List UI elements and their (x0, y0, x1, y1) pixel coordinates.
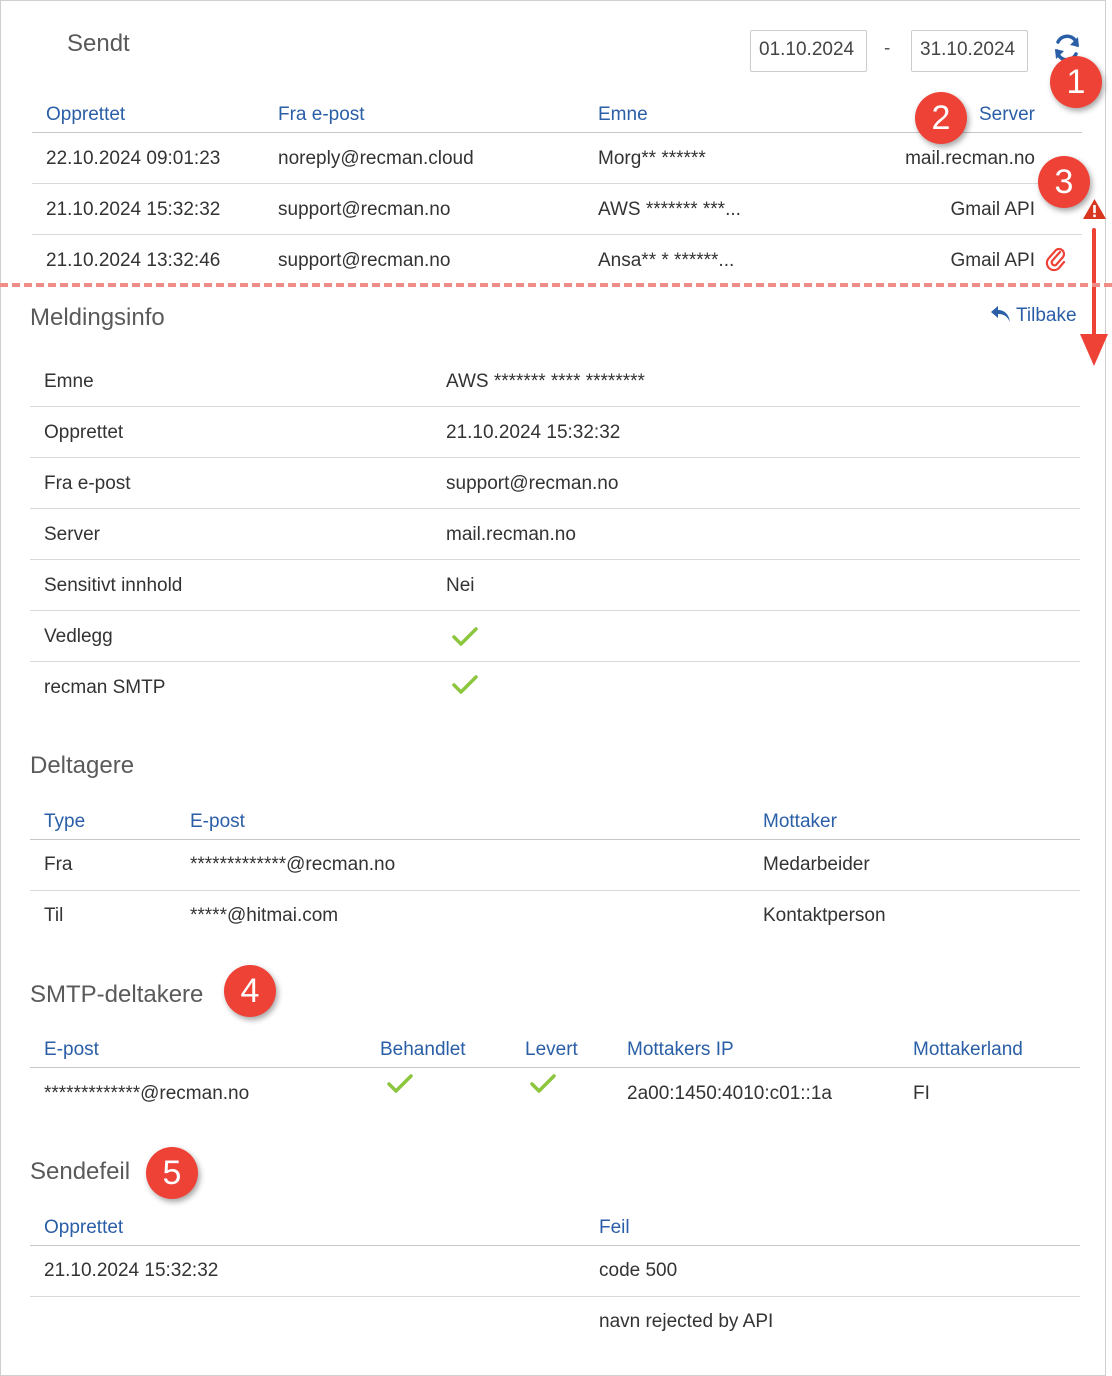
participant-row-1-email: *************@recman.no (190, 854, 396, 875)
check-icon (530, 1074, 556, 1093)
warning-icon (1083, 199, 1106, 219)
page-title: Sendt (67, 30, 130, 57)
smtp-col-processed: Behandlet (380, 1039, 466, 1060)
list-row-1-created[interactable]: 22.10.2024 09:01:23 (46, 148, 220, 170)
participants-title: Deltagere (30, 752, 135, 779)
list-row-3-from[interactable]: support@recman.no (278, 250, 450, 272)
participants-col-type: Type (44, 811, 86, 832)
list-row-3-subject[interactable]: Ansa** * ******... (598, 250, 734, 272)
detail-label-recman-smtp: recman SMTP (44, 677, 166, 698)
error-row-1-created: 21.10.2024 15:32:32 (44, 1260, 219, 1281)
list-row-1-server[interactable]: mail.recman.no (905, 148, 1035, 170)
errors-col-created: Opprettet (44, 1217, 124, 1238)
check-icon (452, 627, 478, 646)
detail-divider (30, 661, 1080, 662)
detail-label-sensitive: Sensitivt innhold (44, 575, 183, 596)
participant-row-2-email: *****@hitmai.com (190, 905, 339, 926)
down-arrow-icon (1080, 228, 1108, 366)
attachment-icon[interactable] (1045, 246, 1067, 272)
errors-header-divider (30, 1245, 1080, 1246)
errors-title: Sendefeil (30, 1158, 131, 1185)
detail-divider (30, 610, 1080, 611)
participants-row-divider (30, 890, 1080, 891)
list-row-2-created[interactable]: 21.10.2024 15:32:32 (46, 199, 220, 221)
details-title: Meldingsinfo (30, 304, 165, 331)
detail-divider (30, 457, 1080, 458)
smtp-col-ip: Mottakers IP (627, 1039, 734, 1060)
detail-divider (30, 508, 1080, 509)
date-to-input[interactable]: 31.10.2024 (911, 30, 1028, 72)
detail-label-subject: Emne (44, 371, 94, 392)
date-separator: - (884, 38, 891, 59)
smtp-row-country: FI (913, 1083, 930, 1104)
smtp-title: SMTP-deltakere (30, 981, 204, 1008)
smtp-row-email: *************@recman.no (44, 1083, 250, 1104)
list-row-divider (32, 183, 1082, 184)
list-row-1-subject[interactable]: Morg** ****** (598, 148, 706, 170)
reply-arrow-icon (991, 306, 1010, 322)
section-divider (0, 283, 1112, 287)
detail-value-from: support@recman.no (446, 473, 619, 494)
detail-value-created: 21.10.2024 15:32:32 (446, 422, 621, 443)
annotation-badge-4: 4 (224, 965, 276, 1017)
smtp-col-email: E-post (44, 1039, 99, 1060)
back-button[interactable]: Tilbake (990, 305, 1077, 327)
annotation-badge-2: 2 (915, 92, 967, 144)
detail-label-from: Fra e-post (44, 473, 131, 494)
smtp-col-country: Mottakerland (913, 1039, 1023, 1060)
errors-row-divider (30, 1296, 1080, 1297)
participants-col-email: E-post (190, 811, 245, 832)
list-row-1-from[interactable]: noreply@recman.cloud (278, 148, 474, 170)
detail-value-server: mail.recman.no (446, 524, 576, 545)
smtp-col-delivered: Levert (525, 1039, 578, 1060)
list-row-3-server[interactable]: Gmail API (951, 250, 1035, 272)
detail-label-server: Server (44, 524, 100, 545)
error-row-2-error: navn rejected by API (599, 1311, 774, 1332)
detail-value-sensitive: Nei (446, 575, 475, 596)
detail-divider (30, 559, 1080, 560)
annotation-badge-5: 5 (146, 1147, 198, 1199)
detail-label-created: Opprettet (44, 422, 124, 443)
annotation-badge-3: 3 (1038, 156, 1090, 208)
list-row-2-server[interactable]: Gmail API (951, 199, 1035, 221)
check-icon (452, 675, 478, 694)
errors-col-error: Feil (599, 1217, 630, 1238)
detail-value-subject: AWS ******* **** ******** (446, 371, 645, 392)
participants-header-divider (30, 839, 1080, 840)
detail-divider (30, 406, 1080, 407)
annotation-badge-1: 1 (1050, 56, 1102, 108)
participants-col-recipient: Mottaker (763, 811, 837, 832)
col-header-created[interactable]: Opprettet (46, 104, 125, 126)
list-row-3-created[interactable]: 21.10.2024 13:32:46 (46, 250, 220, 272)
participant-row-2-recipient: Kontaktperson (763, 905, 886, 926)
list-row-2-from[interactable]: support@recman.no (278, 199, 450, 221)
list-row-divider (32, 234, 1082, 235)
check-icon (387, 1074, 413, 1093)
smtp-row-ip: 2a00:1450:4010:c01::1a (627, 1083, 832, 1104)
col-header-from[interactable]: Fra e-post (278, 104, 365, 126)
date-from-input[interactable]: 01.10.2024 (750, 30, 867, 72)
error-row-1-error: code 500 (599, 1260, 678, 1281)
back-label: Tilbake (1016, 305, 1077, 326)
detail-label-attachments: Vedlegg (44, 626, 113, 647)
col-header-server[interactable]: Server (979, 104, 1035, 126)
participant-row-1-recipient: Medarbeider (763, 854, 870, 875)
list-row-2-subject[interactable]: AWS ******* ***... (598, 199, 741, 221)
col-header-subject[interactable]: Emne (598, 104, 648, 126)
smtp-header-divider (30, 1067, 1080, 1068)
participant-row-2-type: Til (44, 905, 64, 926)
participant-row-1-type: Fra (44, 854, 73, 875)
